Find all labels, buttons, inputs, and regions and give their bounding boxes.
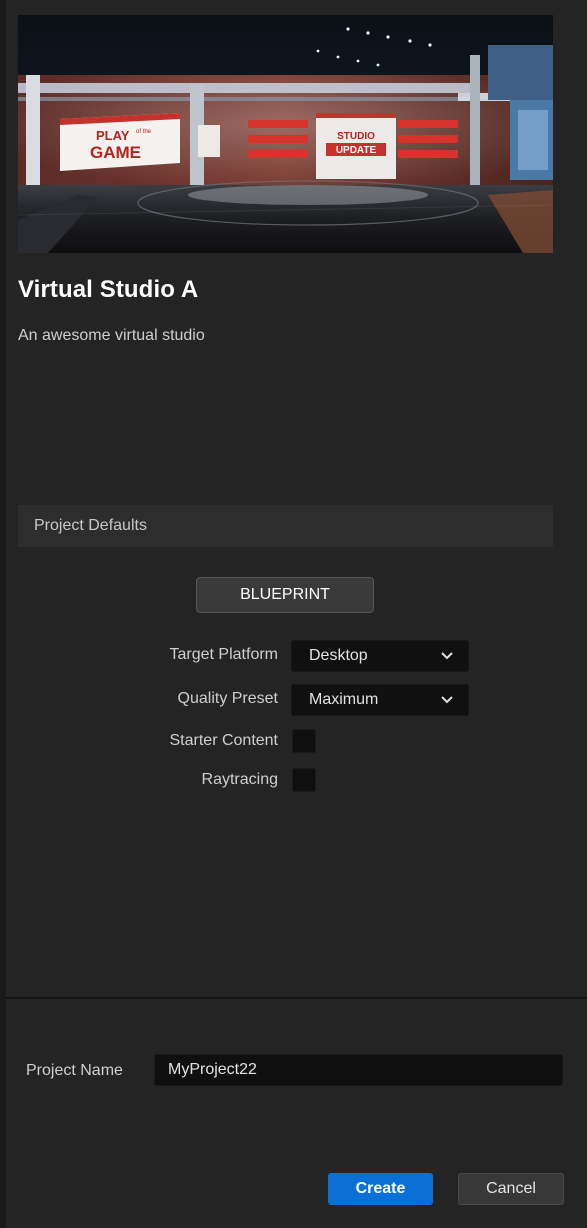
raytracing-label: Raytracing <box>201 771 278 788</box>
quality-preset-dropdown[interactable]: Maximum <box>291 684 469 716</box>
project-defaults-header[interactable]: Project Defaults <box>18 505 553 547</box>
preview-screen-text-game: GAME <box>90 143 141 162</box>
starter-content-label: Starter Content <box>169 732 279 749</box>
template-preview-image: PLAY of the GAME STUDIO UPDATE <box>18 15 553 253</box>
cancel-button[interactable]: Cancel <box>458 1173 564 1205</box>
template-title: Virtual Studio A <box>18 276 199 303</box>
target-platform-value: Desktop <box>309 647 368 664</box>
project-defaults-title: Project Defaults <box>34 517 147 534</box>
raytracing-checkbox[interactable] <box>292 768 316 792</box>
project-name-label: Project Name <box>26 1062 123 1079</box>
project-name-input[interactable] <box>154 1054 563 1086</box>
preview-screen-text-update: UPDATE <box>336 145 377 156</box>
chevron-down-icon <box>441 696 453 704</box>
create-button[interactable]: Create <box>328 1173 433 1205</box>
new-project-panel: PLAY of the GAME STUDIO UPDATE Virtual S… <box>6 0 587 1228</box>
footer-divider <box>6 997 587 999</box>
target-platform-label: Target Platform <box>169 646 278 663</box>
template-description: An awesome virtual studio <box>18 327 205 344</box>
blueprint-button[interactable]: BLUEPRINT <box>196 577 374 613</box>
preview-screen-text-studio: STUDIO <box>337 131 375 142</box>
quality-preset-value: Maximum <box>309 691 379 708</box>
target-platform-dropdown[interactable]: Desktop <box>291 640 469 672</box>
preview-screen-text-play: PLAY <box>96 128 130 143</box>
chevron-down-icon <box>441 652 453 660</box>
starter-content-checkbox[interactable] <box>292 729 316 753</box>
quality-preset-label: Quality Preset <box>177 690 278 707</box>
preview-screen-text-of-the: of the <box>136 129 152 135</box>
